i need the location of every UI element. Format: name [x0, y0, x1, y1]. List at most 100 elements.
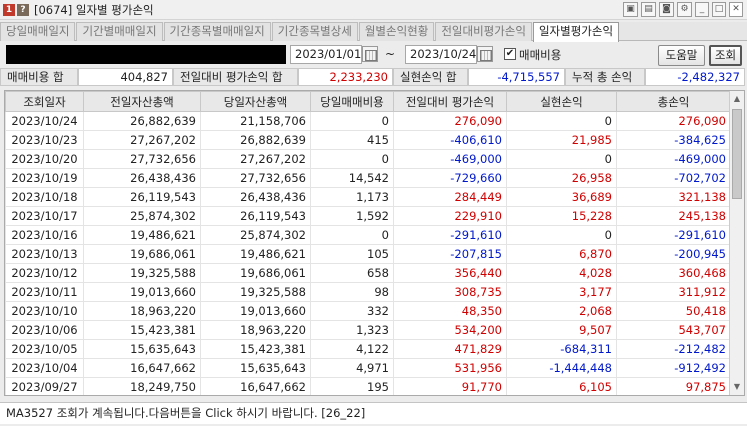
col-header-total-pnl[interactable]: 총손익: [616, 91, 731, 112]
cell-eval-pnl: -291,610: [393, 225, 507, 245]
cell-realized-pnl: 0: [506, 149, 617, 169]
cell-fee: 1,173: [310, 187, 394, 207]
table-row[interactable]: 2023/10/06 15,423,381 18,963,220 1,323 534,2…: [5, 320, 731, 340]
cell-prev-asset: 26,882,639: [83, 111, 201, 131]
vertical-scrollbar[interactable]: ▲ ▼: [729, 91, 744, 395]
scroll-up-icon[interactable]: ▲: [731, 93, 743, 105]
end-date-input[interactable]: 2023/10/24: [405, 45, 477, 64]
scroll-down-icon[interactable]: ▼: [731, 381, 743, 393]
summary-bar: 매매비용 합 404,827 전일대비 평가손익 합 2,233,230 실현손…: [0, 68, 747, 88]
cell-total-pnl: -469,000: [616, 149, 731, 169]
cell-today-asset: 19,325,588: [200, 282, 311, 302]
data-grid[interactable]: 조회일자 전일자산총액 당일자산총액 당일매매비용 전일대비 평가손익 실현손익…: [4, 90, 745, 396]
window-number-badge[interactable]: 1: [3, 3, 15, 16]
cell-fee: 658: [310, 263, 394, 283]
col-header-date[interactable]: 조회일자: [5, 91, 84, 112]
settings-icon[interactable]: ⚙: [677, 2, 692, 17]
tab-daily-journal[interactable]: 당일매매일지: [0, 22, 76, 41]
tab-period-journal[interactable]: 기간별매매일지: [76, 22, 163, 41]
include-fee-checkbox[interactable]: ✔: [504, 48, 516, 60]
copy-icon[interactable]: ▣: [623, 2, 638, 17]
tab-period-stock-journal[interactable]: 기간종목별매매일지: [163, 22, 271, 41]
cell-today-asset: 19,013,660: [200, 301, 311, 321]
tab-period-stock-detail[interactable]: 기간종목별상세: [271, 22, 358, 41]
table-row[interactable]: 2023/10/04 16,647,662 15,635,643 4,971 531,9…: [5, 358, 731, 378]
cell-realized-pnl: 6,870: [506, 244, 617, 264]
cell-realized-pnl: 0: [506, 111, 617, 131]
table-row[interactable]: 2023/10/23 27,267,202 26,882,639 415 -406,61…: [5, 130, 731, 150]
cell-today-asset: 18,963,220: [200, 320, 311, 340]
cell-prev-asset: 27,732,656: [83, 149, 201, 169]
col-header-prev-asset[interactable]: 전일자산총액: [83, 91, 201, 112]
cell-today-asset: 26,438,436: [200, 187, 311, 207]
cell-date: 2023/10/24: [5, 111, 84, 131]
cell-prev-asset: 19,686,061: [83, 244, 201, 264]
tab-prev-day-eval[interactable]: 전일대비평가손익: [435, 22, 532, 41]
table-row[interactable]: 2023/10/16 19,486,621 25,874,302 0 -291,610 0…: [5, 225, 731, 245]
print-icon[interactable]: ▤: [641, 2, 656, 17]
maximize-icon[interactable]: □: [712, 2, 726, 17]
col-header-eval-pnl[interactable]: 전일대비 평가손익: [393, 91, 507, 112]
table-row[interactable]: 2023/10/20 27,732,656 27,267,202 0 -469,000 0…: [5, 149, 731, 169]
cell-date: 2023/10/10: [5, 301, 84, 321]
cell-eval-pnl: 48,350: [393, 301, 507, 321]
cell-fee: 14,542: [310, 168, 394, 188]
cell-today-asset: 15,423,381: [200, 339, 311, 359]
cell-date: 2023/10/11: [5, 282, 84, 302]
cell-fee: 415: [310, 130, 394, 150]
search-button[interactable]: 조회: [709, 45, 742, 66]
tab-daily-eval[interactable]: 일자별평가손익: [532, 22, 620, 42]
account-field-redacted[interactable]: [6, 45, 286, 64]
table-row[interactable]: 2023/10/18 26,119,543 26,438,436 1,173 284,4…: [5, 187, 731, 207]
col-header-realized-pnl[interactable]: 실현손익: [506, 91, 617, 112]
cell-realized-pnl: 26,958: [506, 168, 617, 188]
table-row[interactable]: 2023/10/17 25,874,302 26,119,543 1,592 229,9…: [5, 206, 731, 226]
table-row[interactable]: 2023/09/27 18,249,750 16,647,662 195 91,770 6…: [5, 377, 731, 395]
cell-prev-asset: 15,423,381: [83, 320, 201, 340]
table-row[interactable]: 2023/10/24 26,882,639 21,158,706 0 276,090 0 2…: [5, 111, 731, 131]
camera-icon[interactable]: ◙: [659, 2, 674, 17]
cell-eval-pnl: 356,440: [393, 263, 507, 283]
cell-total-pnl: 276,090: [616, 111, 731, 131]
fee-total-value: 404,827: [78, 68, 173, 86]
table-row[interactable]: 2023/10/13 19,686,061 19,486,621 105 -207,81…: [5, 244, 731, 264]
cell-eval-pnl: 229,910: [393, 206, 507, 226]
scroll-thumb[interactable]: [732, 109, 742, 199]
start-calendar-icon[interactable]: [362, 46, 378, 62]
help-button[interactable]: 도움말: [658, 45, 705, 66]
end-calendar-icon[interactable]: [477, 46, 493, 62]
table-row[interactable]: 2023/10/12 19,325,588 19,686,061 658 356,440…: [5, 263, 731, 283]
minimize-icon[interactable]: _: [695, 2, 709, 17]
close-icon[interactable]: ✕: [729, 2, 743, 17]
cell-date: 2023/10/13: [5, 244, 84, 264]
cell-fee: 0: [310, 111, 394, 131]
start-date-input[interactable]: 2023/01/01: [290, 45, 362, 64]
eval-total-value: 2,233,230: [298, 68, 393, 86]
cell-date: 2023/10/16: [5, 225, 84, 245]
tab-monthly-pnl[interactable]: 월별손익현황: [358, 22, 435, 41]
cell-fee: 98: [310, 282, 394, 302]
status-bar: MA3527 조회가 계속됩니다.다음버튼을 Click 하시기 바랍니다. […: [0, 402, 747, 424]
cell-today-asset: 15,635,643: [200, 358, 311, 378]
cell-eval-pnl: 91,770: [393, 377, 507, 395]
filter-bar: 2023/01/01 ~ 2023/10/24 ✔ 매매비용 도움말 조회: [0, 44, 747, 66]
help-icon[interactable]: ?: [17, 3, 29, 16]
table-row[interactable]: 2023/10/10 18,963,220 19,013,660 332 48,350 2…: [5, 301, 731, 321]
col-header-fee[interactable]: 당일매매비용: [310, 91, 394, 112]
table-row[interactable]: 2023/10/11 19,013,660 19,325,588 98 308,735 3…: [5, 282, 731, 302]
cell-date: 2023/10/17: [5, 206, 84, 226]
cell-date: 2023/10/19: [5, 168, 84, 188]
table-row[interactable]: 2023/10/19 26,438,436 27,732,656 14,542 -729…: [5, 168, 731, 188]
window-title: [0674] 일자별 평가손익: [34, 2, 154, 17]
cell-eval-pnl: -406,610: [393, 130, 507, 150]
table-row[interactable]: 2023/10/05 15,635,643 15,423,381 4,122 471,8…: [5, 339, 731, 359]
cell-date: 2023/10/04: [5, 358, 84, 378]
cell-date: 2023/10/05: [5, 339, 84, 359]
cell-fee: 1,323: [310, 320, 394, 340]
cumulative-total-label: 누적 총 손익: [565, 68, 645, 86]
cell-eval-pnl: 471,829: [393, 339, 507, 359]
cell-today-asset: 27,732,656: [200, 168, 311, 188]
cell-total-pnl: 311,912: [616, 282, 731, 302]
col-header-today-asset[interactable]: 당일자산총액: [200, 91, 311, 112]
include-fee-label: 매매비용: [519, 48, 562, 62]
